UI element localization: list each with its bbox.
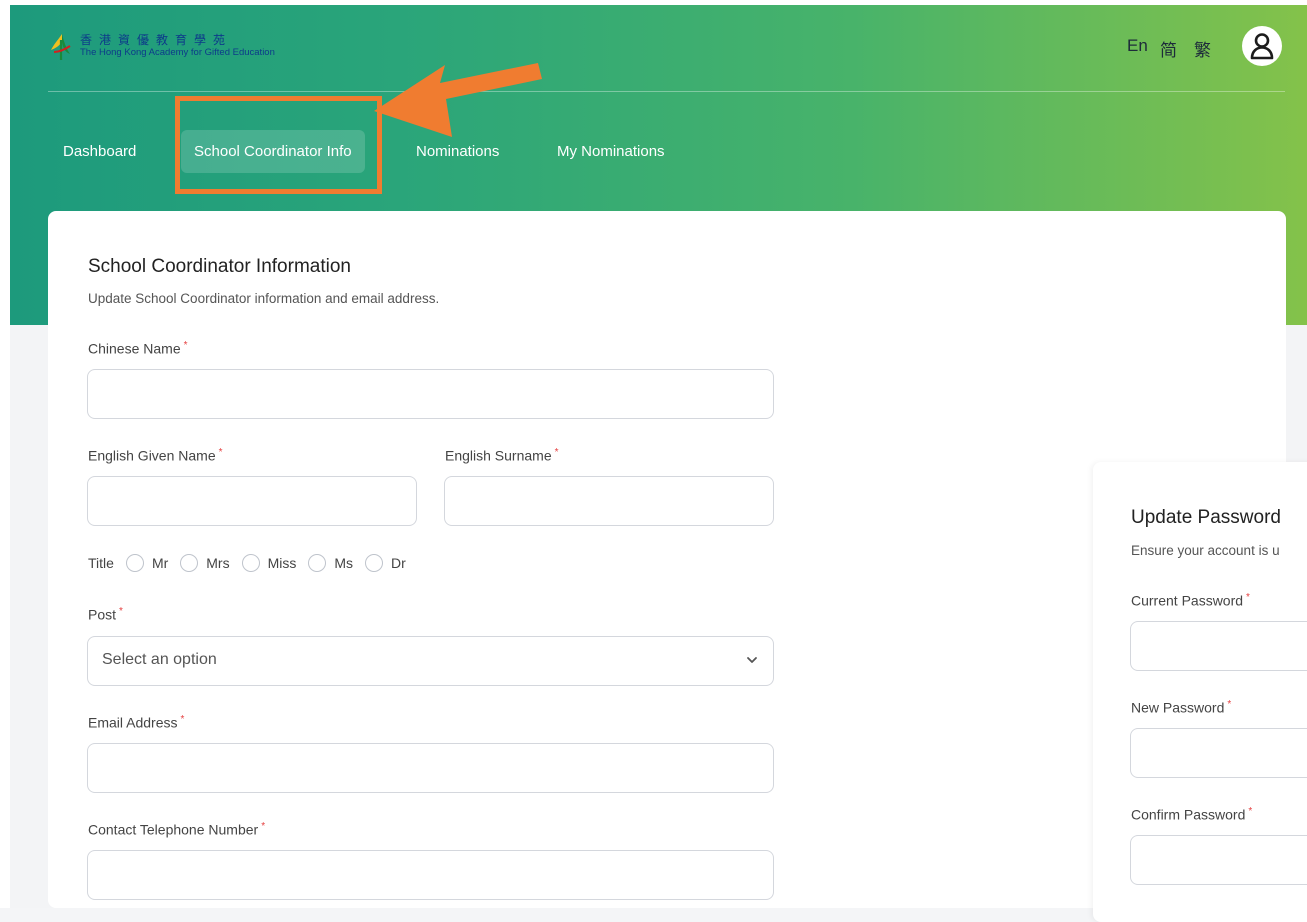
title-radio-miss[interactable] (241, 554, 260, 572)
user-menu-button[interactable] (1242, 26, 1282, 66)
logo-chinese-text: 香港資優教育學苑 (80, 33, 233, 48)
post-label: Post * (88, 606, 123, 623)
required-marker: * (218, 447, 223, 458)
post-select[interactable]: Select an option (87, 636, 774, 686)
chinese-name-label-text: Chinese Name (88, 340, 181, 357)
chinese-name-label: Chinese Name * (88, 340, 188, 357)
email-label-text: Email Address (88, 714, 178, 731)
new-password-input[interactable] (1130, 728, 1307, 778)
title-radio-dr[interactable] (365, 554, 384, 572)
confirm-password-label: Confirm Password * (1131, 806, 1252, 823)
english-given-name-label-text: English Given Name (88, 447, 216, 464)
post-label-text: Post (88, 606, 117, 623)
contact-telephone-label: Contact Telephone Number * (88, 821, 265, 838)
chevron-down-icon (747, 657, 757, 663)
title-option-label: Ms (334, 555, 354, 571)
title-radio-group: Title Mr Mrs Miss Ms Dr (88, 554, 418, 572)
current-password-input[interactable] (1130, 621, 1307, 671)
logo-text: 香港資優教育學苑 The Hong Kong Academy for Gifte… (80, 34, 275, 58)
annotation-arrow-icon (374, 63, 542, 137)
logo-english-text: The Hong Kong Academy for Gifted Educati… (80, 47, 275, 59)
required-marker: * (183, 340, 188, 351)
required-marker: * (554, 447, 559, 458)
required-marker: * (1246, 592, 1250, 603)
title-option-label: Miss (267, 555, 297, 571)
title-radio-ms[interactable] (308, 554, 327, 572)
confirm-password-label-text: Confirm Password (1131, 806, 1246, 823)
post-select-value: Select an option (102, 651, 217, 668)
title-radio-mrs[interactable] (180, 554, 199, 572)
academy-logo[interactable]: 香港資優教育學苑 The Hong Kong Academy for Gifte… (48, 30, 275, 62)
current-password-label-text: Current Password (1131, 592, 1244, 609)
language-english-link[interactable]: En (1127, 36, 1148, 56)
required-marker: * (180, 714, 185, 725)
email-label: Email Address * (88, 714, 184, 731)
contact-telephone-label-text: Contact Telephone Number (88, 821, 259, 838)
title-option-label: Mrs (206, 555, 230, 571)
header-divider (48, 91, 1285, 92)
update-password-subtitle: Ensure your account is u (1131, 543, 1280, 558)
logo-mark-icon (51, 34, 71, 60)
title-option-label: Dr (391, 555, 406, 571)
english-surname-label: English Surname * (445, 447, 559, 464)
new-password-label: New Password * (1131, 699, 1231, 716)
coordinator-form-subtitle: Update School Coordinator information an… (88, 291, 440, 306)
english-surname-label-text: English Surname (445, 447, 552, 464)
english-given-name-input[interactable] (87, 476, 417, 526)
english-surname-input[interactable] (444, 476, 774, 526)
required-marker: * (1248, 806, 1253, 817)
required-marker: * (1227, 699, 1232, 710)
title-label: Title (88, 555, 114, 571)
coordinator-form-title: School Coordinator Information (88, 256, 351, 277)
required-marker: * (119, 606, 123, 617)
language-simplified-chinese-link[interactable]: 简 (1160, 36, 1177, 61)
nav-my-nominations[interactable]: My Nominations (544, 130, 678, 173)
title-radio-mr[interactable] (125, 554, 144, 572)
update-password-title: Update Password (1131, 507, 1281, 528)
email-input[interactable] (87, 743, 774, 793)
confirm-password-input[interactable] (1130, 835, 1307, 885)
user-icon (1250, 33, 1274, 60)
annotation-highlight-box (175, 96, 382, 194)
nav-dashboard[interactable]: Dashboard (50, 130, 149, 173)
contact-telephone-input[interactable] (87, 850, 774, 900)
current-password-label: Current Password * (1131, 592, 1250, 609)
title-option-label: Mr (151, 555, 169, 571)
new-password-label-text: New Password (1131, 699, 1225, 716)
language-traditional-chinese-link[interactable]: 繁 (1194, 36, 1211, 61)
english-given-name-label: English Given Name * (88, 447, 223, 464)
required-marker: * (261, 821, 266, 832)
chinese-name-input[interactable] (87, 369, 774, 419)
